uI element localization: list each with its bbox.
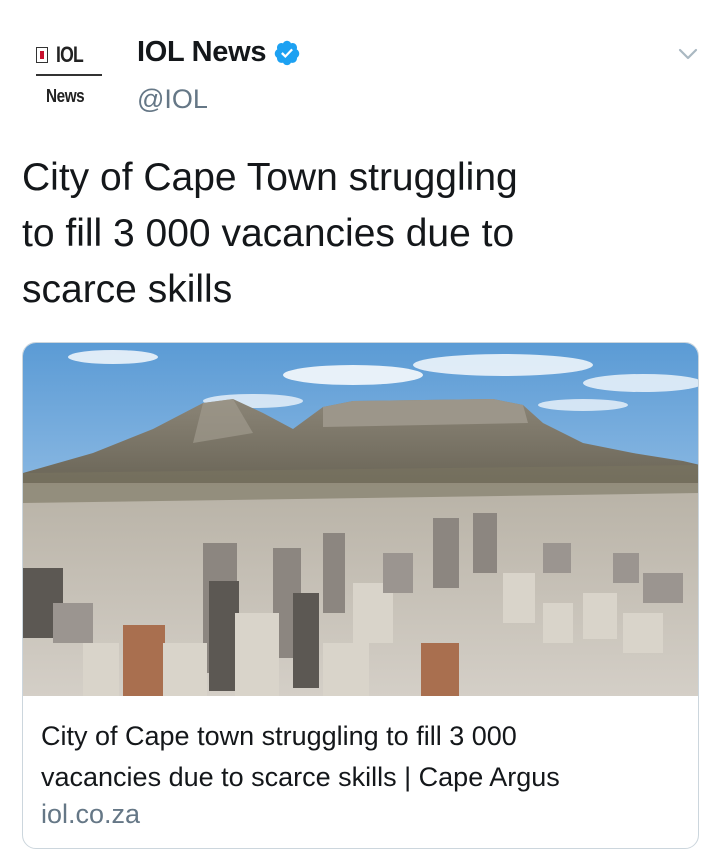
name-row[interactable]: IOL News — [137, 36, 301, 69]
logo-sub: News — [46, 86, 85, 106]
card-title-line: vacancies due to scarce skills | Cape Ar… — [41, 762, 560, 792]
tweet-text-line: scarce skills — [22, 268, 233, 311]
verified-badge-icon — [274, 40, 300, 65]
logo-divider — [36, 74, 102, 76]
link-card[interactable]: City of Cape town struggling to fill 3 0… — [22, 342, 699, 849]
card-image[interactable] — [23, 343, 698, 696]
tweet-text-line: City of Cape Town struggling — [22, 156, 518, 199]
cape-town-aerial-image — [23, 343, 698, 696]
flag-icon — [36, 47, 48, 63]
handle[interactable]: @IOL — [137, 84, 208, 115]
tweet[interactable]: IOL News IOL News @IOL City of Cape Town… — [0, 0, 720, 855]
tweet-text-line: to fill 3 000 vacancies due to — [22, 212, 515, 255]
avatar[interactable]: IOL News — [22, 30, 112, 120]
chevron-down-icon[interactable] — [676, 42, 700, 66]
tweet-text: City of Cape Town struggling to fill 3 0… — [22, 150, 662, 318]
card-title[interactable]: City of Cape town struggling to fill 3 0… — [41, 716, 681, 798]
display-name[interactable]: IOL News — [137, 36, 267, 69]
logo-word: IOL — [56, 42, 84, 67]
card-title-line: City of Cape town struggling to fill 3 0… — [41, 721, 517, 751]
iol-logo: IOL — [36, 42, 90, 68]
card-domain: iol.co.za — [41, 799, 141, 829]
